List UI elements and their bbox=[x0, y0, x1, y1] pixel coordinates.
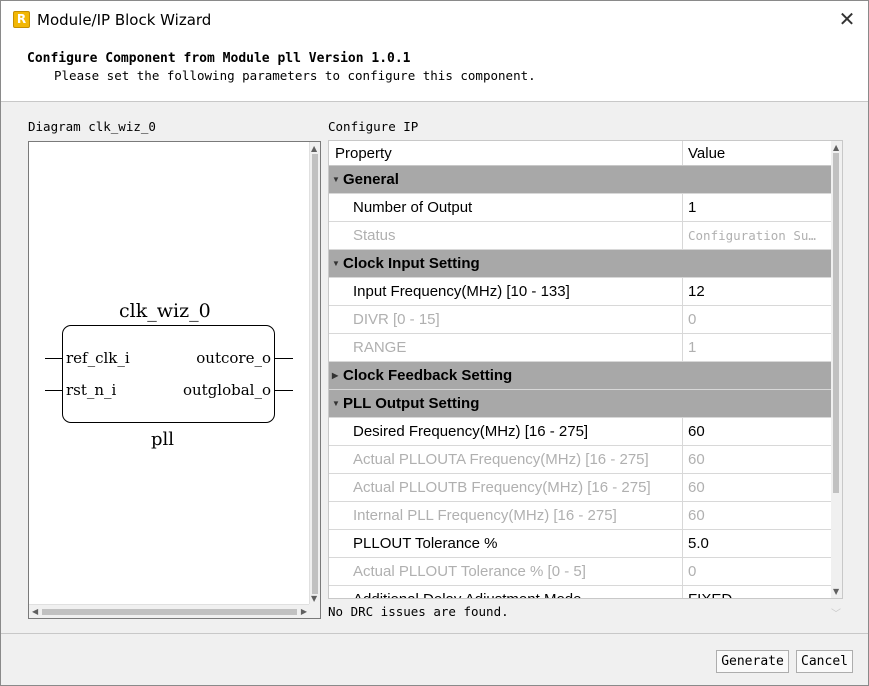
table-row: Actual PLLOUTB Frequency(MHz) [16 - 275]… bbox=[329, 474, 832, 502]
property-name: DIVR [0 - 15] bbox=[329, 306, 683, 333]
title-bar: R Module/IP Block Wizard ✕ bbox=[1, 1, 868, 39]
property-value[interactable]: 60 bbox=[683, 418, 832, 445]
header-title: Configure Component from Module pll Vers… bbox=[27, 51, 411, 66]
scroll-thumb[interactable] bbox=[42, 609, 297, 615]
group-title: Clock Input Setting bbox=[343, 255, 480, 272]
scroll-up-icon[interactable]: ▲ bbox=[311, 145, 317, 153]
property-value[interactable]: 12 bbox=[683, 278, 832, 305]
expand-down-icon[interactable]: ▼ bbox=[332, 399, 340, 408]
expand-right-icon[interactable]: ▶ bbox=[332, 371, 338, 380]
scroll-corner bbox=[309, 604, 320, 618]
table-header: Property Value bbox=[329, 141, 832, 166]
scroll-down-icon[interactable]: ▼ bbox=[311, 595, 317, 603]
scroll-left-icon[interactable]: ◀ bbox=[32, 608, 38, 616]
property-value: 1 bbox=[688, 339, 697, 356]
property-value: 0 bbox=[688, 311, 697, 328]
table-row: DIVR [0 - 15] 0 bbox=[329, 306, 832, 334]
scroll-right-icon[interactable]: ▶ bbox=[301, 608, 307, 616]
close-icon[interactable]: ✕ bbox=[836, 9, 858, 31]
property-name: PLLOUT Tolerance % bbox=[329, 530, 683, 557]
property-value[interactable]: 1 bbox=[683, 194, 832, 221]
configure-ip-label: Configure IP bbox=[328, 119, 419, 134]
group-label: ▼ Clock Input Setting bbox=[329, 250, 832, 277]
table-row[interactable]: Desired Frequency(MHz) [16 - 275] 60 bbox=[329, 418, 832, 446]
property-vertical-scrollbar[interactable]: ▲ ▼ bbox=[831, 141, 842, 598]
group-title: PLL Output Setting bbox=[343, 395, 480, 412]
diagram-canvas: clk_wiz_0 ref_clk_i rst_n_i outcore_o ou… bbox=[29, 142, 310, 605]
cancel-button[interactable]: Cancel bbox=[796, 650, 853, 673]
group-label: ▶ Clock Feedback Setting bbox=[329, 362, 832, 389]
property-value: 60 bbox=[688, 451, 705, 468]
property-name: Number of Output bbox=[329, 194, 683, 221]
group-row[interactable]: ▼ General bbox=[329, 166, 832, 194]
divider bbox=[1, 633, 868, 634]
diagram-panel: clk_wiz_0 ref_clk_i rst_n_i outcore_o ou… bbox=[28, 141, 321, 619]
diagram-horizontal-scrollbar[interactable]: ◀ ▶ bbox=[29, 604, 310, 618]
property-name: Actual PLLOUTB Frequency(MHz) [16 - 275] bbox=[329, 474, 683, 501]
scroll-up-icon[interactable]: ▲ bbox=[833, 144, 839, 152]
table-row: Status Configuration Su… bbox=[329, 222, 832, 250]
property-value: Configuration Su… bbox=[688, 228, 816, 243]
property-name: Status bbox=[329, 222, 683, 249]
table-row: Internal PLL Frequency(MHz) [16 - 275] 60 bbox=[329, 502, 832, 530]
group-row[interactable]: ▼ Clock Input Setting bbox=[329, 250, 832, 278]
property-value[interactable]: FIXED bbox=[683, 586, 832, 598]
port-input: rst_n_i bbox=[66, 381, 117, 399]
chevron-down-icon[interactable]: ﹀ bbox=[831, 605, 841, 620]
expand-down-icon[interactable]: ▼ bbox=[332, 175, 340, 184]
scroll-thumb[interactable] bbox=[833, 153, 839, 493]
module-block[interactable]: ref_clk_i rst_n_i outcore_o outglobal_o bbox=[62, 325, 275, 423]
group-label: ▼ PLL Output Setting bbox=[329, 390, 832, 417]
property-value: 60 bbox=[688, 507, 705, 524]
port-output: outcore_o bbox=[196, 349, 271, 367]
property-name: Actual PLLOUT Tolerance % [0 - 5] bbox=[329, 558, 683, 585]
generate-button[interactable]: Generate bbox=[716, 650, 789, 673]
property-panel: Property Value ▼ General Number of Output 1… bbox=[328, 140, 843, 599]
property-name: RANGE bbox=[329, 334, 683, 361]
property-table: Property Value ▼ General Number of Output 1… bbox=[329, 141, 832, 598]
property-name: Additional Delay Adjustment Mode bbox=[329, 586, 683, 598]
table-row[interactable]: Additional Delay Adjustment ModeFIXED bbox=[329, 586, 832, 598]
app-logo-icon: R bbox=[13, 11, 30, 28]
pin-line bbox=[275, 358, 293, 359]
group-title: General bbox=[343, 171, 399, 188]
pin-line bbox=[45, 390, 63, 391]
scroll-down-icon[interactable]: ▼ bbox=[833, 588, 839, 596]
group-row[interactable]: ▶ Clock Feedback Setting bbox=[329, 362, 832, 390]
table-row: RANGE 1 bbox=[329, 334, 832, 362]
wizard-dialog: R Module/IP Block Wizard ✕ Configure Com… bbox=[0, 0, 869, 686]
table-row[interactable]: PLLOUT Tolerance % 5.0 bbox=[329, 530, 832, 558]
property-name: Desired Frequency(MHz) [16 - 275] bbox=[329, 418, 683, 445]
column-header-property[interactable]: Property bbox=[329, 141, 683, 165]
property-name: Actual PLLOUTA Frequency(MHz) [16 - 275] bbox=[329, 446, 683, 473]
property-name: Input Frequency(MHz) [10 - 133] bbox=[329, 278, 683, 305]
property-value: 0 bbox=[688, 563, 697, 580]
window-title: Module/IP Block Wizard bbox=[37, 11, 212, 29]
table-row[interactable]: Input Frequency(MHz) [10 - 133] 12 bbox=[329, 278, 832, 306]
group-title: Clock Feedback Setting bbox=[343, 367, 513, 384]
column-header-value[interactable]: Value bbox=[683, 141, 832, 165]
diagram-label: Diagram clk_wiz_0 bbox=[28, 119, 156, 134]
port-input: ref_clk_i bbox=[66, 349, 130, 367]
diagram-vertical-scrollbar[interactable]: ▲ ▼ bbox=[309, 142, 320, 605]
table-row: Actual PLLOUTA Frequency(MHz) [16 - 275]… bbox=[329, 446, 832, 474]
block-module-type: pll bbox=[151, 429, 175, 450]
pin-line bbox=[45, 358, 63, 359]
property-value: 60 bbox=[688, 479, 705, 496]
header-banner: Configure Component from Module pll Vers… bbox=[1, 39, 868, 102]
property-name: Internal PLL Frequency(MHz) [16 - 275] bbox=[329, 502, 683, 529]
scroll-thumb[interactable] bbox=[312, 154, 318, 594]
header-subtitle: Please set the following parameters to c… bbox=[54, 68, 536, 83]
drc-status: No DRC issues are found. bbox=[328, 604, 509, 619]
pin-line bbox=[275, 390, 293, 391]
table-row: Actual PLLOUT Tolerance % [0 - 5] 0 bbox=[329, 558, 832, 586]
group-label: ▼ General bbox=[329, 166, 832, 193]
port-output: outglobal_o bbox=[182, 381, 271, 399]
table-row[interactable]: Number of Output 1 bbox=[329, 194, 832, 222]
property-value[interactable]: 5.0 bbox=[683, 530, 832, 557]
expand-down-icon[interactable]: ▼ bbox=[332, 259, 340, 268]
block-instance-name: clk_wiz_0 bbox=[119, 300, 211, 322]
group-row[interactable]: ▼ PLL Output Setting bbox=[329, 390, 832, 418]
